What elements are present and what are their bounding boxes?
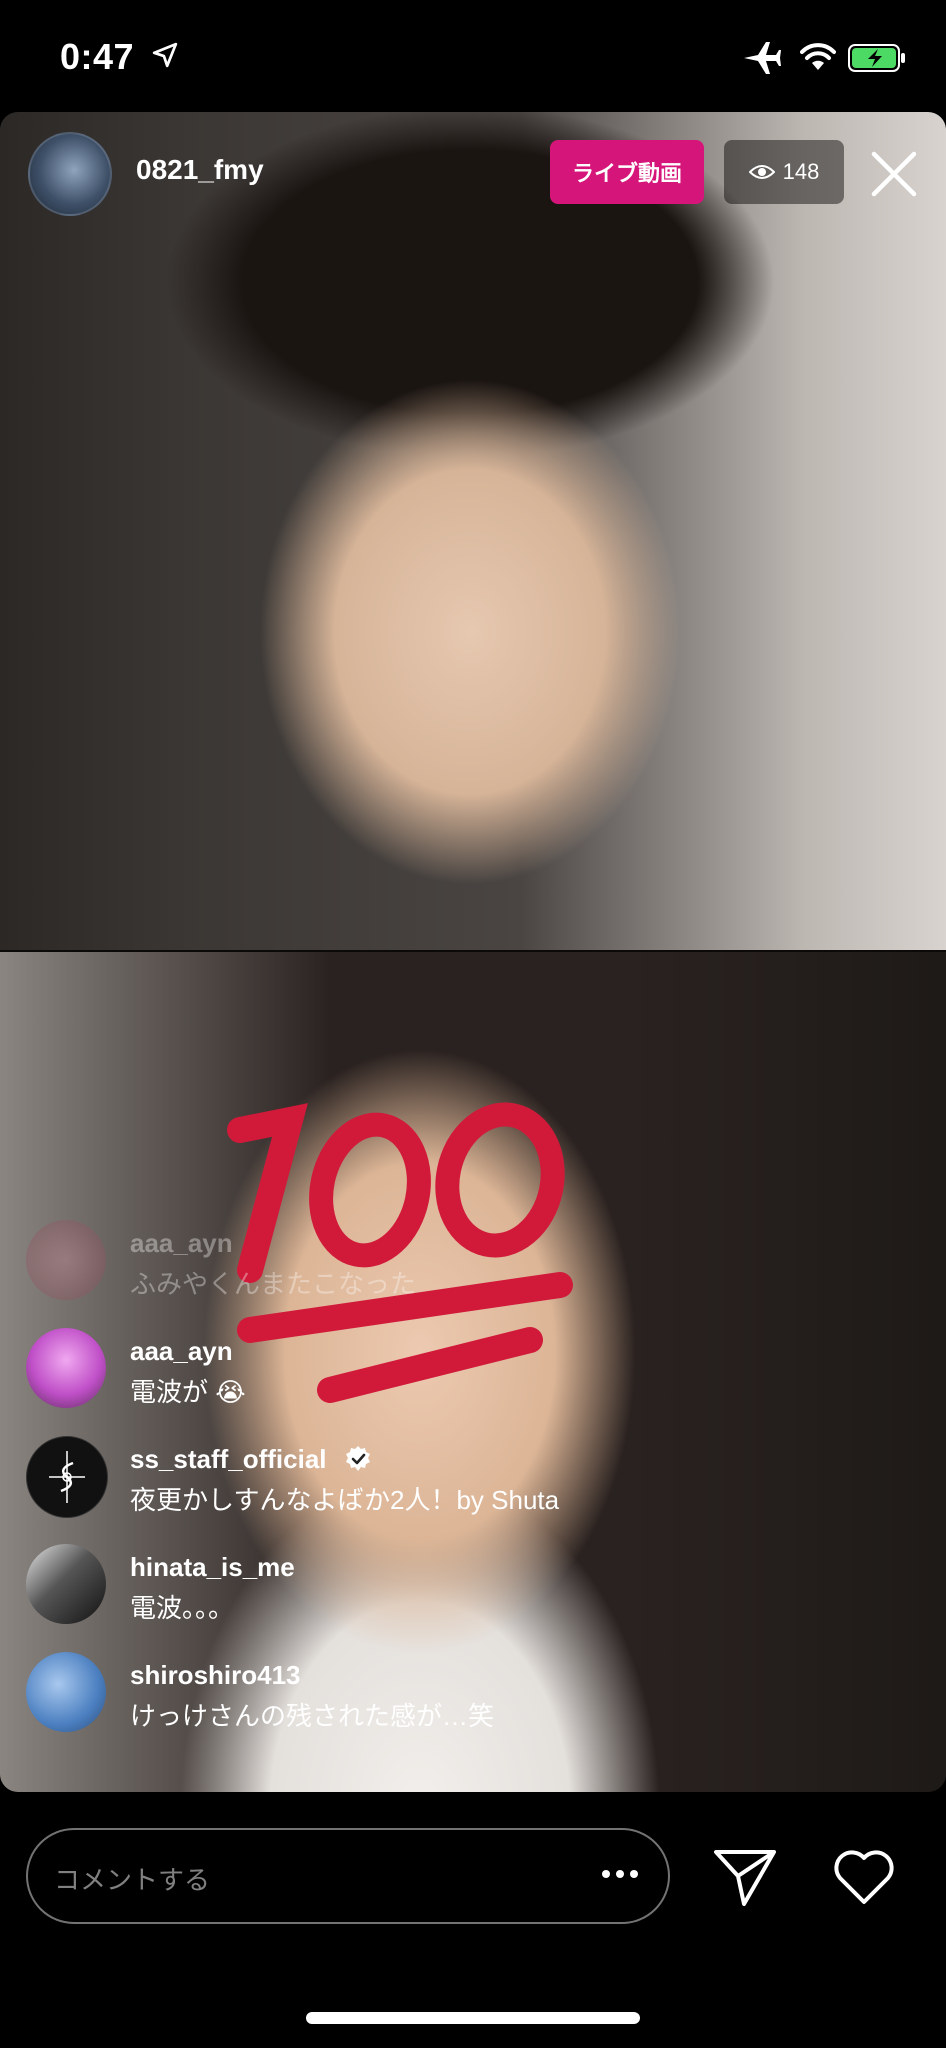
airplane-mode-icon [744,42,781,74]
comment-text: 電波。。。 [130,1593,235,1623]
comment-item: ss_staff_official 夜更かしすんなよばか2人！by Shuta [26,1436,726,1544]
host-avatar[interactable] [28,132,112,216]
home-indicator[interactable] [306,2012,640,2024]
heart-icon[interactable] [832,1846,896,1906]
comment-item: aaa_ayn 電波が 😭 [26,1328,726,1436]
close-icon[interactable] [866,146,922,202]
commenter-avatar[interactable] [26,1544,106,1624]
status-bar: 0:47 [0,0,946,110]
commenter-avatar[interactable] [26,1652,106,1732]
commenter-avatar[interactable] [26,1328,106,1408]
commenter-avatar[interactable] [26,1436,108,1518]
comment-placeholder: コメントする [54,1865,211,1895]
comment-text: けっけさんの残された感が…笑 [130,1701,495,1731]
viewer-count: 148 [782,159,820,184]
comment-text: 夜更かしすんなよばか2人！by Shuta [130,1485,560,1515]
comment-item: aaa_ayn ふみやくんまたこなった [26,1220,726,1328]
comment-input[interactable]: コメントする [26,1828,670,1924]
comment-text: ふみやくんまたこなった [130,1269,417,1299]
viewer-count-button[interactable]: 148 [724,140,844,204]
battery-charging-icon [848,44,905,72]
commenter-username[interactable]: ss_staff_official [130,1444,372,1475]
comment-item: hinata_is_me 電波。。。 [26,1544,726,1652]
status-time: 0:47 [60,36,135,77]
location-arrow-icon [152,42,178,68]
wifi-icon [800,43,836,70]
commenter-username[interactable]: hinata_is_me [130,1552,295,1583]
more-options-icon[interactable] [600,1864,640,1884]
commenter-avatar[interactable] [26,1220,106,1300]
comment-text: 電波が 😭 [130,1377,246,1407]
send-direct-icon[interactable] [712,1846,778,1908]
host-video-feed [0,112,946,952]
comment-feed[interactable]: aaa_ayn ふみやくんまたこなった aaa_ayn 電波が 😭 ss_sta… [26,1220,726,1760]
verified-badge-icon [345,1446,370,1471]
commenter-username[interactable]: aaa_ayn [130,1228,233,1259]
eye-icon [748,165,775,179]
comment-item: shiroshiro413 けっけさんの残された感が…笑 [26,1652,726,1760]
staff-logo-icon [49,1451,85,1503]
commenter-username[interactable]: aaa_ayn [130,1336,233,1367]
live-badge: ライブ動画 [550,140,704,204]
host-username[interactable]: 0821_fmy [136,154,264,186]
commenter-username[interactable]: shiroshiro413 [130,1660,301,1691]
